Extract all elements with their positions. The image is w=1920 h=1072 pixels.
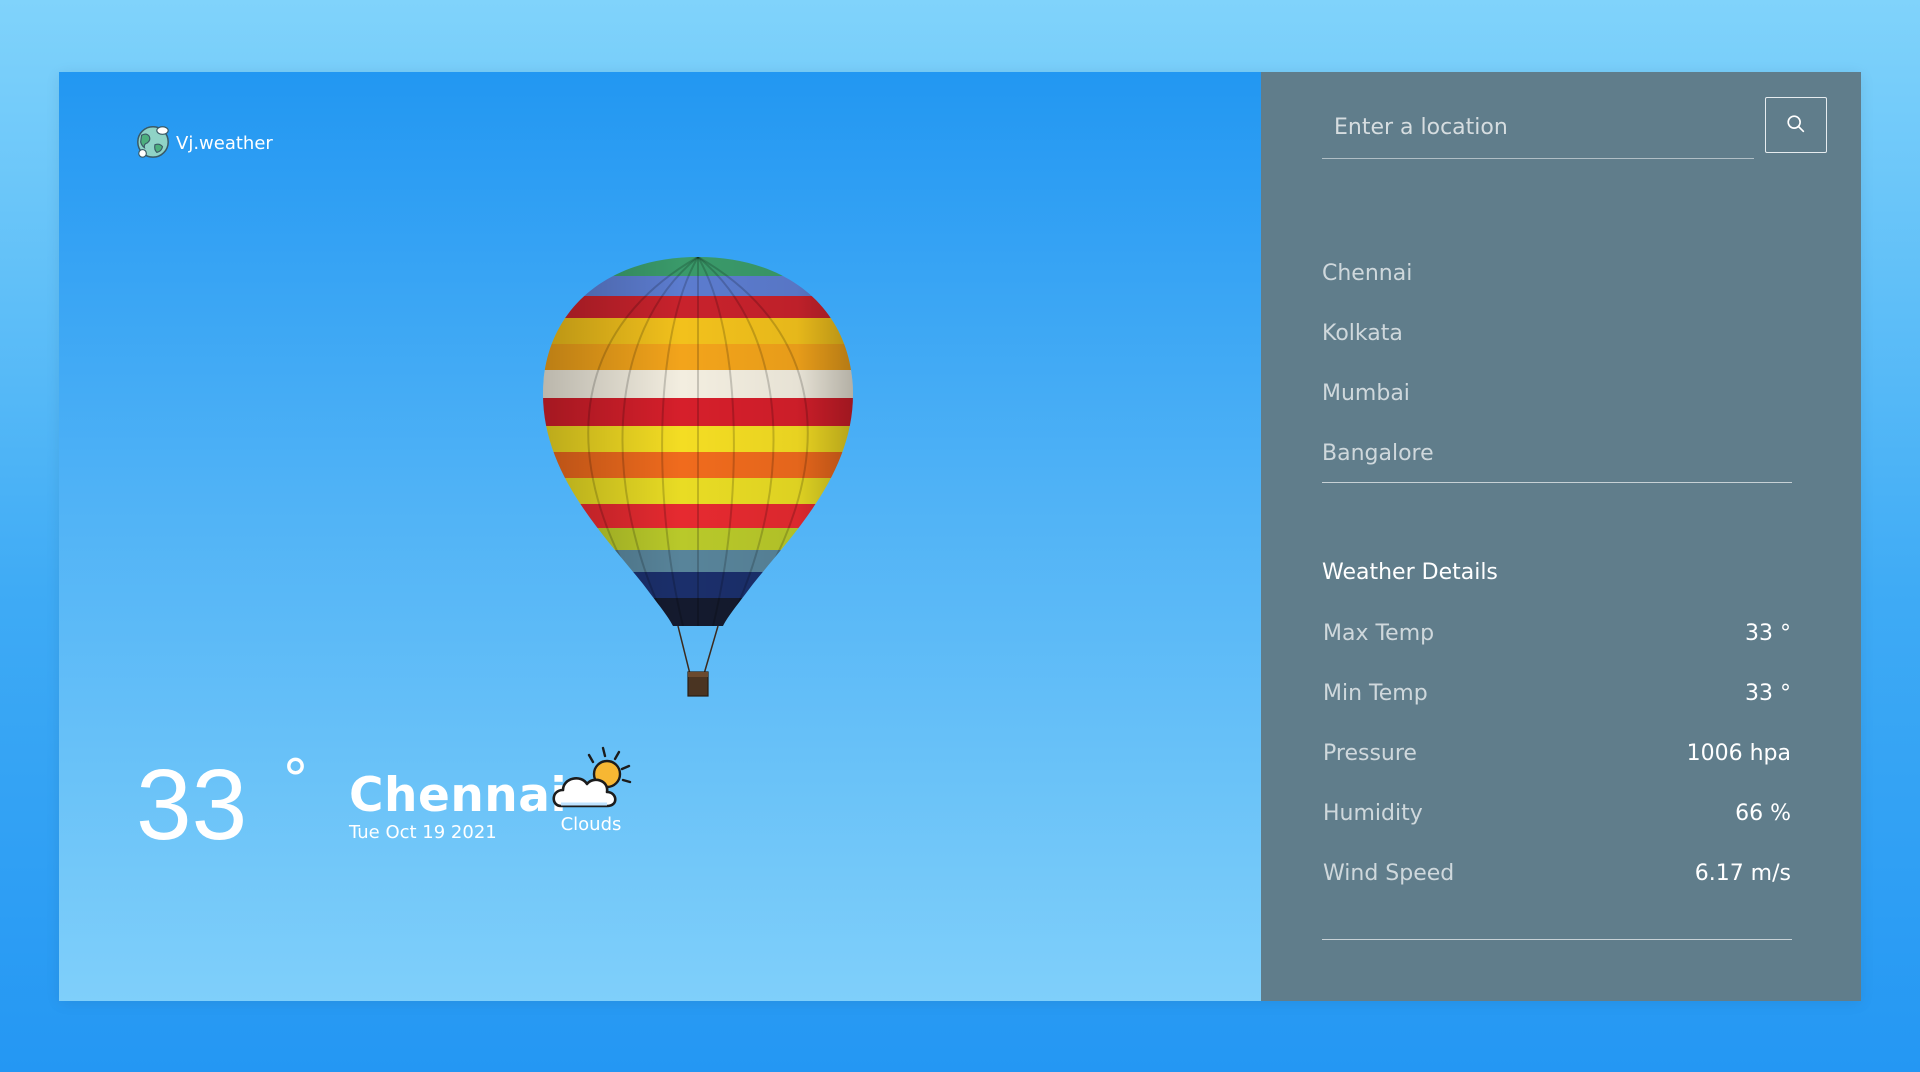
condition: Clouds	[541, 742, 641, 835]
current-temperature: 33	[136, 749, 248, 861]
brand-logo[interactable]: Vj.weather	[134, 122, 273, 165]
location-input[interactable]	[1322, 97, 1754, 159]
search-button[interactable]	[1765, 97, 1827, 153]
hero-panel: Vj.weather 33 ° Chennai Tue Oct 19 2021 …	[59, 72, 1261, 1001]
detail-label: Max Temp	[1323, 621, 1435, 646]
search-bar	[1322, 97, 1827, 161]
globe-icon	[134, 122, 172, 165]
detail-row-wind-speed: Wind Speed 6.17 m/s	[1323, 860, 1791, 920]
detail-value: 66 %	[1735, 801, 1791, 826]
city-item[interactable]: Mumbai	[1322, 380, 1434, 440]
detail-value: 1006 hpa	[1686, 741, 1791, 766]
detail-row-min-temp: Min Temp 33 °	[1323, 680, 1791, 740]
detail-row-pressure: Pressure 1006 hpa	[1323, 740, 1791, 800]
city-item[interactable]: Bangalore	[1322, 440, 1434, 500]
divider	[1322, 939, 1792, 940]
detail-label: Min Temp	[1323, 681, 1428, 706]
degree-symbol: °	[282, 748, 309, 811]
detail-row-humidity: Humidity 66 %	[1323, 800, 1791, 860]
brand-name: Vj.weather	[176, 133, 273, 154]
divider	[1322, 482, 1792, 483]
detail-value: 6.17 m/s	[1694, 861, 1791, 886]
detail-row-max-temp: Max Temp 33 °	[1323, 620, 1791, 680]
detail-value: 33 °	[1745, 681, 1791, 706]
detail-label: Humidity	[1323, 801, 1423, 826]
weather-details: Max Temp 33 ° Min Temp 33 ° Pressure 100…	[1323, 620, 1791, 920]
city-item[interactable]: Chennai	[1322, 260, 1434, 320]
city-item[interactable]: Kolkata	[1322, 320, 1434, 380]
current-date: Tue Oct 19 2021	[349, 822, 497, 843]
details-title: Weather Details	[1322, 560, 1498, 585]
city-info: Chennai Tue Oct 19 2021	[349, 768, 567, 844]
detail-value: 33 °	[1745, 621, 1791, 646]
hot-air-balloon-image	[543, 257, 853, 697]
city-list: Chennai Kolkata Mumbai Bangalore	[1322, 260, 1434, 500]
detail-label: Wind Speed	[1323, 861, 1455, 886]
weather-app: Vj.weather 33 ° Chennai Tue Oct 19 2021 …	[59, 72, 1861, 1001]
search-icon	[1785, 113, 1807, 138]
side-panel: Chennai Kolkata Mumbai Bangalore Weather…	[1261, 72, 1861, 1001]
cloud-sun-icon	[541, 742, 641, 816]
detail-label: Pressure	[1323, 741, 1417, 766]
condition-label: Clouds	[560, 814, 622, 835]
current-city: Chennai	[349, 768, 568, 823]
